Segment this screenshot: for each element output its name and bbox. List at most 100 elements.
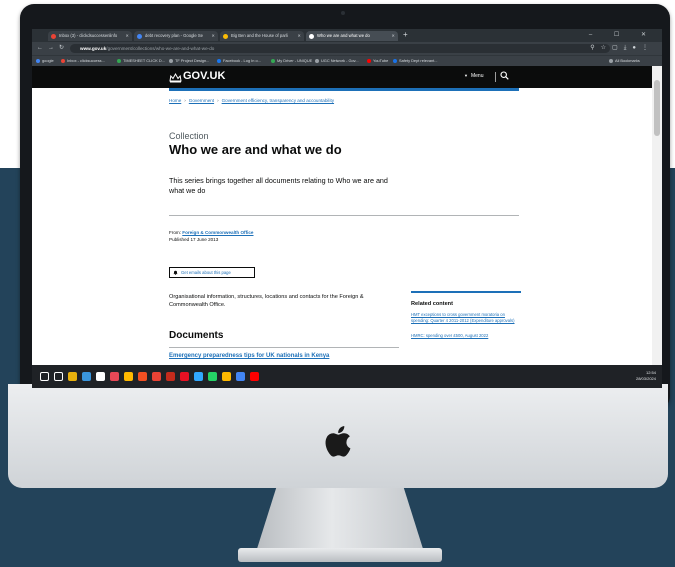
bookmark-label: UGC Network - Gov...: [321, 58, 359, 63]
app-icon[interactable]: [124, 372, 133, 381]
reload-icon[interactable]: ↻: [59, 45, 69, 51]
star-bookmark-icon[interactable]: ☆: [601, 45, 612, 51]
forward-arrow-icon[interactable]: →: [48, 45, 59, 51]
photoshop-icon[interactable]: [194, 372, 203, 381]
bookmark-label: TIMESHEET CLICK D...: [123, 58, 165, 63]
zoom-icon[interactable]: ⚲: [590, 45, 600, 51]
header-blue-rule: [169, 88, 519, 91]
app-icon[interactable]: [110, 372, 119, 381]
tab-gov-uk-active[interactable]: Who we are and what we do ✕: [306, 31, 398, 41]
bookmark-tf-project[interactable]: TF Project Design...: [168, 57, 209, 65]
bookmark-all-bookmarks[interactable]: All Bookmarks: [608, 57, 640, 65]
task-view-icon[interactable]: [68, 372, 77, 381]
scrollbar-thumb[interactable]: [654, 80, 660, 136]
imac-stand: [256, 488, 424, 552]
section-divider: [169, 215, 519, 216]
menu-label: Menu: [470, 73, 484, 79]
sheet-icon: [117, 59, 121, 63]
tab-label: Big Ben and the House of parli: [231, 33, 288, 38]
related-link[interactable]: HMRC: spending over £500, August 2022: [411, 333, 521, 339]
gmail-icon[interactable]: [152, 372, 161, 381]
camera-dot: [341, 11, 345, 15]
windows-start-icon[interactable]: [40, 372, 49, 381]
screen: Inbox (3) - clickdsuccessenlinfo ✕ debt …: [32, 29, 662, 388]
google-icon: [36, 59, 40, 63]
browser-toolbar: ←→↻ www.gov.uk/government/collections/wh…: [32, 42, 662, 55]
breadcrumb-home[interactable]: Home: [169, 98, 181, 103]
back-arrow-icon[interactable]: ←: [37, 45, 48, 51]
system-clock[interactable]: 12:54 28/03/2024: [636, 370, 656, 382]
extensions-icon[interactable]: ▢: [612, 45, 624, 51]
browser-tab-bar: Inbox (3) - clickdsuccessenlinfo ✕ debt …: [32, 29, 662, 42]
youtube-icon: [367, 59, 371, 63]
facebook-icon: [217, 59, 221, 63]
whatsapp-icon[interactable]: [208, 372, 217, 381]
page-scrollbar[interactable]: [652, 66, 662, 365]
tab-gmail-inbox[interactable]: Inbox (3) - clickdsuccessenlinfo ✕: [48, 31, 132, 41]
nav-buttons[interactable]: ←→↻: [37, 44, 69, 51]
gmail-icon: [61, 59, 65, 63]
folder-icon: [609, 59, 613, 63]
breadcrumb: Home › Government › Government efficiency, t…: [169, 98, 334, 103]
app-icon[interactable]: [166, 372, 175, 381]
bookmark-safety-dept[interactable]: Safety Dept relevant...: [392, 57, 438, 65]
search-icon[interactable]: [54, 372, 63, 381]
toolbar-actions[interactable]: ⚲☆▢⤓●⋮: [590, 44, 654, 52]
published-date: Published 17 June 2013: [169, 237, 219, 242]
app-icon[interactable]: [250, 372, 259, 381]
collection-label: Collection: [169, 131, 209, 141]
search-icon[interactable]: [500, 71, 509, 80]
tab-google-search[interactable]: debt recovery plan - Google Se ✕: [134, 31, 218, 41]
close-tab-icon[interactable]: ✕: [297, 31, 301, 41]
bookmark-timesheet[interactable]: TIMESHEET CLICK D...: [116, 57, 165, 65]
globe-icon: [169, 59, 173, 63]
file-explorer-icon[interactable]: [82, 372, 91, 381]
app-icon[interactable]: [222, 372, 231, 381]
address-bar[interactable]: www.gov.uk/government/collections/who-we…: [70, 44, 610, 53]
google-icon: [137, 33, 142, 39]
close-tab-icon[interactable]: ✕: [125, 31, 129, 41]
organisation-link[interactable]: Foreign & Commonwealth Office: [182, 230, 253, 235]
window-controls[interactable]: – ☐ ✕: [589, 31, 656, 38]
bookmark-youtube[interactable]: YouTube: [366, 57, 388, 65]
close-tab-icon[interactable]: ✕: [391, 31, 395, 41]
document-link[interactable]: Emergency preparedness tips for UK natio…: [169, 353, 329, 359]
new-tab-button[interactable]: +: [403, 29, 408, 41]
globe-icon: [315, 59, 319, 63]
bookmark-google[interactable]: google: [35, 57, 54, 65]
kebab-menu-icon[interactable]: ⋮: [642, 45, 654, 51]
related-content-rule: [411, 291, 521, 293]
outlook-icon: [393, 59, 397, 63]
bookmark-my-driver[interactable]: My Driver - UNIQUE: [270, 57, 312, 65]
bookmarks-bar: google Inbox - clicksuccess... TIMESHEET…: [32, 55, 662, 66]
gov-uk-logo[interactable]: GOV.UK: [183, 70, 225, 83]
documents-divider: [169, 347, 399, 348]
acrobat-icon[interactable]: [180, 372, 189, 381]
related-link[interactable]: HMT exceptions to cross government morat…: [411, 312, 521, 323]
bookmark-label: Facebook - Log In o...: [223, 58, 261, 63]
widgets-icon[interactable]: [96, 372, 105, 381]
breadcrumb-separator-icon: ›: [217, 98, 219, 103]
gov-uk-header: GOV.UK ▼ Menu: [32, 66, 652, 88]
menu-button[interactable]: ▼ Menu: [464, 73, 483, 79]
url-domain: www.gov.uk: [80, 46, 107, 51]
close-tab-icon[interactable]: ✕: [211, 31, 215, 41]
tab-big-ben[interactable]: Big Ben and the House of parli ✕: [220, 31, 304, 41]
gov-crown-favicon-icon: [309, 33, 314, 39]
breadcrumb-government[interactable]: Government: [189, 98, 214, 103]
from-label: From:: [169, 230, 181, 235]
chevron-down-icon: ▼: [464, 73, 468, 78]
bookmark-label: google: [42, 58, 54, 63]
page-title: Who we are and what we do: [169, 142, 342, 157]
office-icon[interactable]: [138, 372, 147, 381]
breadcrumb-efficiency[interactable]: Government efficiency, transparency and …: [222, 98, 334, 103]
site-favicon-icon: [223, 33, 228, 39]
profile-icon[interactable]: ●: [632, 45, 642, 51]
tab-label: debt recovery plan - Google Se: [145, 33, 203, 38]
bookmark-facebook[interactable]: Facebook - Log In o...: [216, 57, 261, 65]
tab-label: Inbox (3) - clickdsuccessenlinfo: [59, 33, 118, 38]
bookmark-ugc[interactable]: UGC Network - Gov...: [314, 57, 359, 65]
get-emails-button[interactable]: Get emails about this page: [169, 267, 255, 278]
bookmark-inbox[interactable]: Inbox - clicksuccess...: [60, 57, 105, 65]
chrome-icon[interactable]: [236, 372, 245, 381]
